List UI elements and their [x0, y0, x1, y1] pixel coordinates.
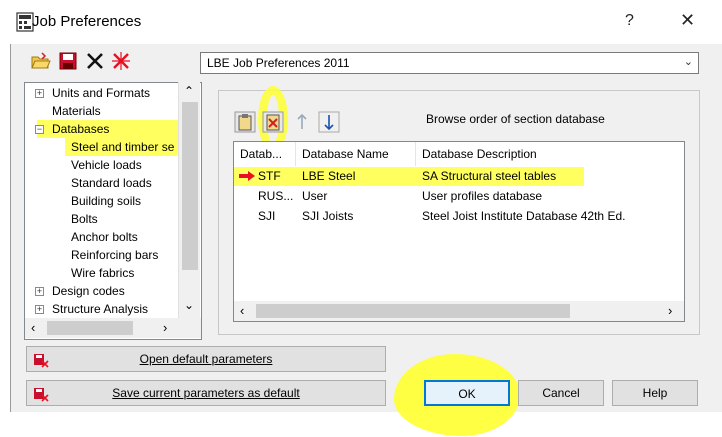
table-row[interactable]: RUS... User User profiles database — [234, 186, 684, 206]
open-default-label: Open default parameters — [139, 352, 273, 366]
cell-code: STF — [258, 169, 281, 183]
tree-vertical-scrollbar[interactable]: ⌃ ⌄ — [178, 82, 200, 318]
open-default-button[interactable]: Open default parameters — [26, 346, 386, 372]
open-folder-icon[interactable] — [30, 50, 52, 72]
expand-icon[interactable]: + — [35, 287, 44, 296]
column-header-description[interactable]: Database Description — [416, 142, 684, 166]
tree-horizontal-scrollbar[interactable]: ‹ › — [25, 318, 201, 338]
help-icon[interactable]: ? — [625, 12, 634, 30]
tree-item-label: Design codes — [52, 284, 125, 298]
cell-code: RUS... — [258, 189, 294, 203]
collapse-icon[interactable]: − — [35, 125, 44, 134]
scroll-down-icon[interactable]: ⌄ — [184, 298, 194, 312]
delete-icon[interactable] — [84, 50, 106, 72]
tree-item-label: Databases — [52, 122, 110, 136]
tree-item-bolts[interactable]: Bolts — [71, 210, 98, 228]
scroll-right-icon[interactable]: › — [668, 303, 672, 318]
save-icon[interactable] — [57, 50, 79, 72]
tree-item-materials[interactable]: Materials — [52, 102, 101, 120]
cancel-button[interactable]: Cancel — [518, 380, 604, 406]
open-default-icon — [34, 354, 49, 368]
ok-button[interactable]: OK — [424, 380, 510, 406]
table-row[interactable]: STF LBE Steel SA Structural steel tables — [234, 166, 684, 186]
scroll-thumb[interactable] — [47, 321, 133, 335]
tree-item-label: Units and Formats — [52, 86, 151, 100]
tree-item-steel-timber[interactable]: Steel and timber se — [71, 138, 174, 156]
help-button[interactable]: Help — [612, 380, 698, 406]
category-tree[interactable]: + Units and Formats Materials − Database… — [24, 82, 202, 340]
expand-icon[interactable]: + — [35, 305, 44, 314]
cell-name: User — [302, 189, 328, 203]
column-header-name[interactable]: Database Name — [296, 142, 416, 166]
expand-icon[interactable]: + — [35, 89, 44, 98]
cell-code: SJI — [258, 209, 276, 223]
preferences-select-value: LBE Job Preferences 2011 — [207, 56, 350, 70]
tree-item-building-soils[interactable]: Building soils — [71, 192, 141, 210]
panel-caption: Browse order of section database — [426, 112, 605, 126]
cell-description: SA Structural steel tables — [422, 169, 557, 183]
clear-icon[interactable] — [110, 50, 132, 72]
move-down-icon[interactable] — [318, 111, 340, 133]
scroll-right-icon[interactable]: › — [163, 320, 167, 335]
remove-database-icon[interactable] — [262, 111, 284, 133]
tree-item-wire-fabrics[interactable]: Wire fabrics — [71, 264, 134, 282]
tree-item-anchor-bolts[interactable]: Anchor bolts — [71, 228, 138, 246]
column-header-code[interactable]: Datab... — [234, 142, 296, 166]
tree-item-label: Structure Analysis — [52, 302, 149, 316]
tree-item-standard-loads[interactable]: Standard loads — [71, 174, 152, 192]
window-title: Job Preferences — [32, 13, 142, 30]
chevron-down-icon: ⌄ — [683, 56, 693, 68]
tree-item-vehicle-loads[interactable]: Vehicle loads — [71, 156, 142, 174]
tree-item-reinforcing-bars[interactable]: Reinforcing bars — [71, 246, 158, 264]
move-up-icon[interactable] — [291, 111, 313, 133]
scroll-left-icon[interactable]: ‹ — [31, 320, 35, 335]
cell-name: LBE Steel — [302, 169, 356, 183]
current-row-arrow-icon — [239, 171, 255, 181]
preferences-select[interactable]: LBE Job Preferences 2011 ⌄ — [200, 52, 699, 74]
close-icon[interactable]: ✕ — [680, 10, 695, 31]
list-horizontal-scrollbar[interactable]: ‹ › — [234, 301, 684, 321]
scroll-thumb[interactable] — [182, 102, 198, 270]
cell-description: User profiles database — [422, 189, 543, 203]
save-default-button[interactable]: Save current parameters as default — [26, 380, 386, 406]
scroll-up-icon[interactable]: ⌃ — [184, 84, 194, 98]
cell-name: SJI Joists — [302, 209, 354, 223]
clipboard-icon[interactable] — [234, 111, 256, 133]
scroll-thumb[interactable] — [256, 304, 570, 318]
save-default-label: Save current parameters as default — [112, 386, 300, 400]
table-row[interactable]: SJI SJI Joists Steel Joist Institute Dat… — [234, 206, 684, 226]
scroll-left-icon[interactable]: ‹ — [240, 303, 244, 318]
save-default-icon — [34, 388, 49, 402]
database-list[interactable]: Datab... Database Name Database Descript… — [233, 141, 685, 322]
cell-description: Steel Joist Institute Database 42th Ed. — [422, 209, 626, 223]
